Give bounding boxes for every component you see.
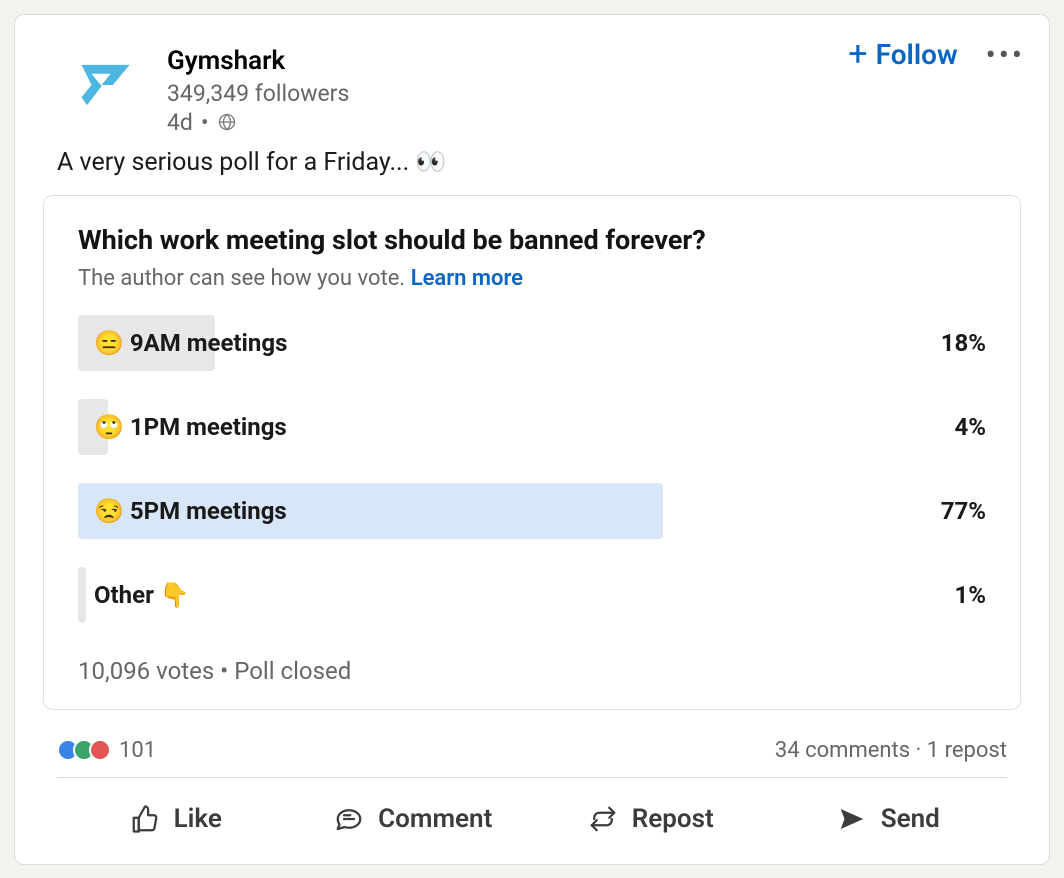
post-body-text: A very serious poll for a Friday... 👀 bbox=[15, 136, 1049, 195]
plus-icon: + bbox=[848, 37, 867, 71]
reaction-love-icon bbox=[89, 739, 111, 761]
send-icon bbox=[837, 804, 867, 834]
comment-count[interactable]: 34 comments bbox=[775, 738, 910, 763]
like-button[interactable]: Like bbox=[57, 804, 295, 834]
poll-status: Poll closed bbox=[234, 657, 351, 685]
reaction-count[interactable]: 101 bbox=[119, 738, 156, 763]
send-label: Send bbox=[881, 804, 940, 834]
poll-option-pct: 1% bbox=[954, 567, 986, 623]
dot-separator: • bbox=[220, 657, 234, 685]
poll-option[interactable]: 🙄 1PM meetings 4% bbox=[78, 399, 986, 455]
poll-option[interactable]: 😑 9AM meetings 18% bbox=[78, 315, 986, 371]
follower-count: 349,349 followers bbox=[167, 80, 349, 107]
poll-options: 😑 9AM meetings 18% 🙄 1PM meetings 4% 😒 5PM m… bbox=[78, 315, 986, 623]
learn-more-link[interactable]: Learn more bbox=[411, 266, 523, 291]
action-row: Like Comment Repost bbox=[15, 778, 1049, 864]
post-card: Gymshark 349,349 followers 4d • bbox=[14, 14, 1050, 865]
follow-button[interactable]: + Follow bbox=[848, 37, 957, 71]
poll-option-label: 😒 5PM meetings bbox=[78, 497, 287, 525]
like-label: Like bbox=[174, 804, 222, 834]
poll-option-label: 🙄 1PM meetings bbox=[78, 413, 287, 441]
poll-option-label: 😑 9AM meetings bbox=[78, 329, 287, 357]
dot-separator: · bbox=[916, 738, 927, 763]
poll-option-pct: 18% bbox=[941, 315, 986, 371]
reaction-icons[interactable] bbox=[57, 739, 111, 761]
poll-vote-visibility: The author can see how you vote. bbox=[78, 266, 405, 291]
poll-option[interactable]: 😒 5PM meetings 77% bbox=[78, 483, 986, 539]
poll-option-pct: 77% bbox=[941, 483, 986, 539]
repost-count[interactable]: 1 repost bbox=[927, 738, 1007, 763]
follow-label: Follow bbox=[876, 38, 958, 71]
comment-label: Comment bbox=[378, 804, 492, 834]
repost-label: Repost bbox=[632, 804, 714, 834]
repost-icon bbox=[588, 804, 618, 834]
thumbs-up-icon bbox=[130, 804, 160, 834]
overflow-menu-button[interactable]: ••• bbox=[986, 37, 1025, 71]
globe-icon bbox=[217, 112, 237, 132]
poll-subtext: The author can see how you vote. Learn m… bbox=[78, 266, 986, 291]
top-actions: + Follow ••• bbox=[848, 37, 1025, 71]
poll-card: Which work meeting slot should be banned… bbox=[43, 195, 1021, 710]
post-time-row: 4d • bbox=[167, 109, 349, 136]
send-button[interactable]: Send bbox=[770, 804, 1008, 834]
post-age: 4d bbox=[167, 109, 193, 136]
post-header: Gymshark 349,349 followers 4d • bbox=[15, 37, 1049, 136]
author-name[interactable]: Gymshark bbox=[167, 47, 349, 76]
comment-button[interactable]: Comment bbox=[295, 804, 533, 834]
repost-button[interactable]: Repost bbox=[532, 804, 770, 834]
poll-option-pct: 4% bbox=[954, 399, 986, 455]
dot-separator: • bbox=[201, 109, 209, 136]
social-row: 101 34 comments · 1 repost bbox=[15, 728, 1049, 771]
poll-vote-count: 10,096 votes bbox=[78, 657, 214, 685]
comment-icon bbox=[334, 804, 364, 834]
poll-footer: 10,096 votes • Poll closed bbox=[78, 657, 986, 685]
social-stats: 34 comments · 1 repost bbox=[775, 738, 1007, 763]
author-avatar[interactable] bbox=[57, 37, 153, 133]
poll-option[interactable]: Other 👇 1% bbox=[78, 567, 986, 623]
post-meta: Gymshark 349,349 followers 4d • bbox=[167, 37, 349, 136]
gymshark-logo-icon bbox=[77, 57, 133, 113]
poll-option-label: Other 👇 bbox=[78, 581, 190, 609]
poll-question: Which work meeting slot should be banned… bbox=[78, 224, 986, 256]
